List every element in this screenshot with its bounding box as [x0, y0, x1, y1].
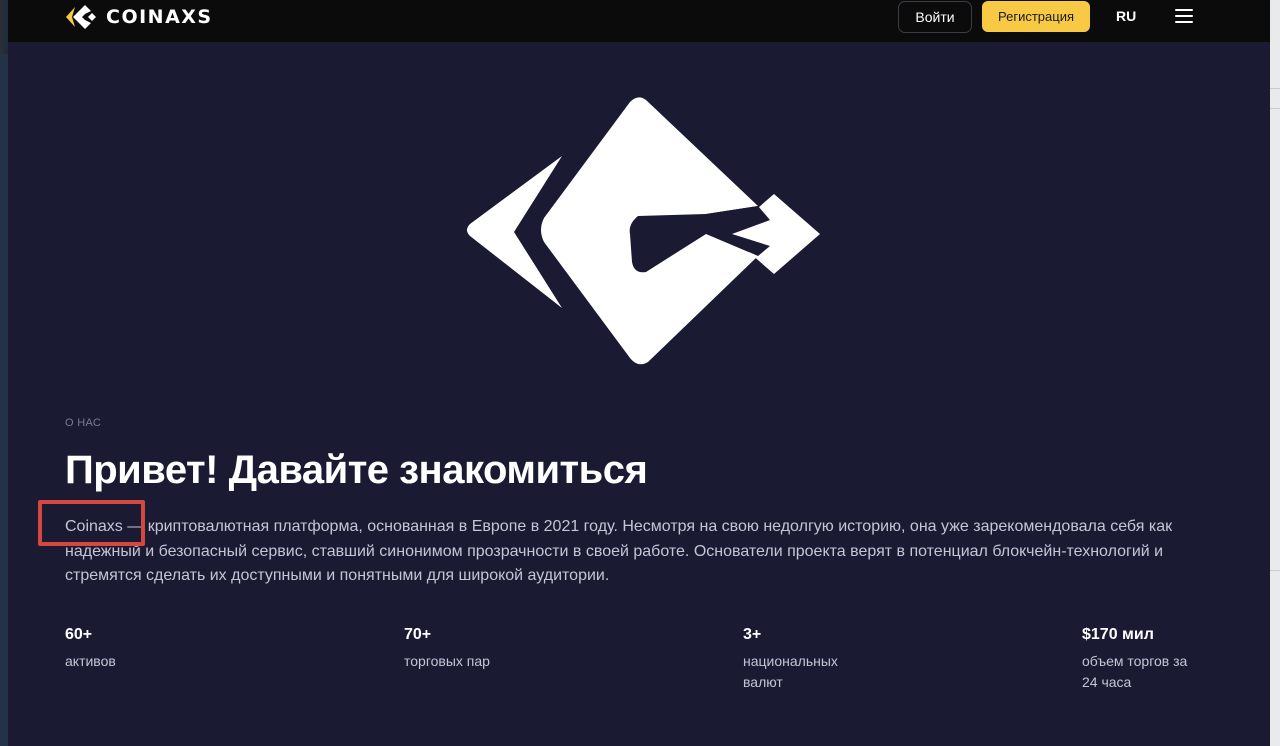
stat-label-line: 24 часа: [1082, 674, 1132, 690]
stat-value: 70+: [404, 626, 432, 643]
stat-label: активов: [65, 651, 285, 672]
section-eyebrow: О НАС: [65, 417, 102, 429]
login-button[interactable]: Войти: [898, 1, 972, 33]
left-window-edge: [0, 0, 8, 746]
about-description: Coinaxs — криптовалютная платформа, осно…: [65, 518, 1173, 584]
stat-value: $170 мил: [1082, 626, 1154, 643]
page: COINAXS Войти Регистрация RU О НАС Приве…: [8, 0, 1270, 746]
stat-label: торговых пар: [404, 651, 624, 672]
stat-assets: 60+ активов: [65, 626, 285, 672]
stat-volume: $170 мил объем торгов за 24 часа: [1082, 626, 1270, 693]
site-header: COINAXS Войти Регистрация RU: [8, 0, 1270, 42]
highlight-box: [38, 500, 145, 546]
stat-label-line: национальных: [743, 653, 838, 669]
register-button[interactable]: Регистрация: [982, 1, 1090, 32]
brand-name: COINAXS: [106, 6, 213, 28]
hero-logo-icon: [467, 97, 820, 365]
coinaxs-logo-icon: [66, 5, 96, 29]
stat-currencies: 3+ национальных валют: [743, 626, 963, 693]
language-switcher[interactable]: RU: [1116, 8, 1136, 24]
right-window-edge: [1270, 0, 1280, 746]
hamburger-icon[interactable]: [1175, 9, 1193, 23]
stat-label: национальных валют: [743, 651, 963, 693]
stat-pairs: 70+ торговых пар: [404, 626, 624, 672]
stat-label-line: валют: [743, 674, 783, 690]
stat-label-line: торговых пар: [404, 653, 490, 669]
stat-label-line: объем торгов за: [1082, 653, 1188, 669]
stat-value: 3+: [743, 626, 762, 643]
page-title: Привет! Давайте знакомиться: [65, 448, 648, 492]
stat-value: 60+: [65, 626, 93, 643]
stat-label: объем торгов за 24 часа: [1082, 651, 1270, 693]
stat-label-line: активов: [65, 653, 116, 669]
brand-logo[interactable]: COINAXS: [64, 4, 213, 30]
